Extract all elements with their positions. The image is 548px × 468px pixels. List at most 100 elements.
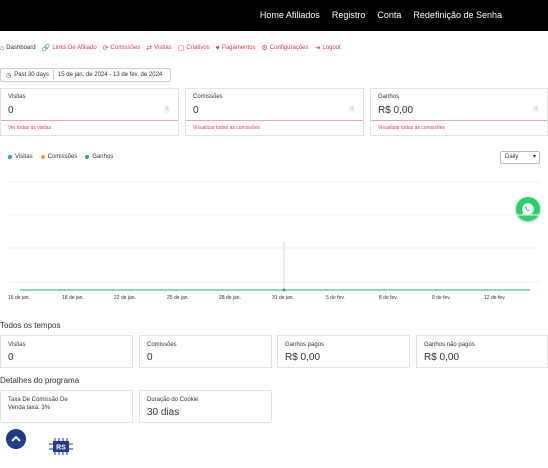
section-title-program: Detalhes do programa [0,376,80,385]
alltime-card-comissoes: Comissões 0 [139,335,272,368]
card-value: R$ 0,00 [378,105,414,116]
legend-label: Visitas [15,154,33,160]
program-card-commission: Taxa De Comissão De Venda taxa: 3% [0,390,133,423]
card-value: 0 [147,352,153,363]
nav-redefinicao-senha[interactable]: Redefinição de Senha [413,10,502,20]
date-preset: Past 30 days [14,72,49,78]
card-label: Visitas [8,94,26,100]
legend-label: Comissões [47,154,78,160]
logo-text: RS [56,445,66,452]
tab-label: Logout [322,45,341,51]
info-icon[interactable]: i [349,106,355,113]
top-navbar: Home Afiliados Registro Conta Redefiniçã… [0,0,548,31]
card-value: 0 [193,105,199,116]
chart-legend: Visitas Comissões Ganhos [8,154,113,160]
legend-dot [8,155,12,159]
card-label: Ganhos [378,94,400,100]
tab-comissoes[interactable]: ⟳ Comissões [103,44,141,52]
rs-logo: RS [49,438,73,455]
x-tick-label: 5 de fev. [326,295,345,301]
card-value: 30 dias [147,407,180,418]
nav-home-afiliados[interactable]: Home Afiliados [260,10,320,20]
x-tick-label: 18 de jan. [62,295,84,301]
chevron-down-icon: ▾ [532,154,536,160]
tab-label: Criativos [186,45,210,51]
info-icon[interactable]: i [164,106,170,113]
nav-registro[interactable]: Registro [332,10,366,20]
card-value: 0 [8,352,14,363]
tab-label: Pagamentos [221,45,256,51]
tab-pagamentos[interactable]: ♥ Pagamentos [216,45,256,52]
chevron-up-icon [11,435,21,442]
period-select[interactable]: Daily ▾ [500,151,540,164]
x-tick-label: 31 de jan. [272,295,294,301]
card-label: Comissões [147,342,177,348]
card-link[interactable]: Ver todas as visitas [1,120,178,135]
divider [52,70,54,80]
card-label: Duração do Cookie [147,397,199,403]
alltime-card-visitas: Visitas 0 [0,335,133,368]
period-select-value: Daily [505,154,519,160]
card-value: R$ 0,00 [424,352,460,363]
series-layer [20,288,530,292]
tab-label: Configurações [269,45,309,51]
card-label: Ganhos não pagos [424,342,475,348]
tab-label: Dashboard [6,45,36,51]
tab-links-afiliado[interactable]: 🔗 Links De Afiliado [42,44,97,52]
line-chart [8,181,540,292]
nav-conta[interactable]: Conta [377,10,401,20]
tab-criativos[interactable]: ▢ Criativos [178,44,210,52]
date-range-picker[interactable]: ◷ Past 30 days 15 de jan. de 2024 - 13 d… [0,68,171,82]
legend-item-ganhos[interactable]: Ganhos [85,154,113,160]
x-tick-label: 16 de jan. [8,295,30,301]
hover-point [282,288,286,292]
card-link[interactable]: Visualizar todas as comissões [371,120,547,135]
x-tick-label: 12 de fev. [484,295,506,301]
date-range-text: 15 de jan. de 2024 - 13 de fev. de 2024 [57,72,163,78]
tab-logout[interactable]: ⇥ Logout [315,44,341,52]
logout-icon: ⇥ [314,45,321,52]
affiliate-tabs: ⌂ Dashboard 🔗 Links De Afiliado ⟳ Comissões… [0,44,347,53]
tab-label: Links De Afiliado [52,45,97,51]
x-tick-label: 28 de jan. [219,295,241,301]
card-label: Taxa De Comissão De [8,397,68,403]
card-ganhos: Ganhos R$ 0,00 i Visualizar todas as com… [370,88,548,136]
card-value: 0 [8,105,14,116]
tab-label: Comissões [110,45,141,51]
tab-label: Visitas [154,45,172,51]
gear-icon: ⚙ [261,45,268,52]
coins-icon: ⟳ [102,45,109,52]
legend-dot [40,155,45,159]
info-icon[interactable]: i [533,106,539,113]
link-icon: 🔗 [41,45,51,52]
card-label: Ganhos pagos [285,342,325,348]
section-title-alltime: Todos os tempos [0,321,61,330]
clock-icon: ◷ [6,72,12,79]
x-tick-label: 8 de fev. [379,295,398,301]
alltime-card-ganhos-nao-pagos: Ganhos não pagos R$ 0,00 [416,335,548,368]
card-link[interactable]: Visualizar todas as comissões [186,120,363,135]
tab-visitas[interactable]: ⇄ Visitas [146,44,171,52]
card-label: Visitas [8,342,26,348]
legend-item-comissoes[interactable]: Comissões [40,154,78,160]
home-icon: ⌂ [0,44,5,52]
x-tick-label: 25 de jan. [167,295,189,301]
card-visitas: Visitas 0 i Ver todas as visitas [0,88,179,136]
x-tick-label: 22 de jan. [114,295,136,301]
legend-label: Ganhos [92,154,114,160]
legend-dot [85,155,90,159]
alltime-card-ganhos-pagos: Ganhos pagos R$ 0,00 [277,335,410,368]
card-comissoes: Comissões 0 i Visualizar todas as comiss… [185,88,364,136]
image-icon: ▢ [177,45,185,52]
legend-item-visitas[interactable]: Visitas [8,154,33,160]
share-icon: ⇄ [146,45,153,52]
card-label: Comissões [193,94,223,100]
card-value: R$ 0,00 [285,352,321,363]
payment-icon: ♥ [215,44,220,52]
x-tick-label: 8 de fev. [432,295,451,301]
tab-dashboard[interactable]: ⌂ Dashboard [0,45,36,52]
card-value: Venda taxa: 3% [8,405,51,411]
tab-configuracoes[interactable]: ⚙ Configurações [262,44,309,52]
scroll-to-top-button[interactable] [6,429,26,449]
program-card-cookie: Duração do Cookie 30 dias [139,390,272,423]
